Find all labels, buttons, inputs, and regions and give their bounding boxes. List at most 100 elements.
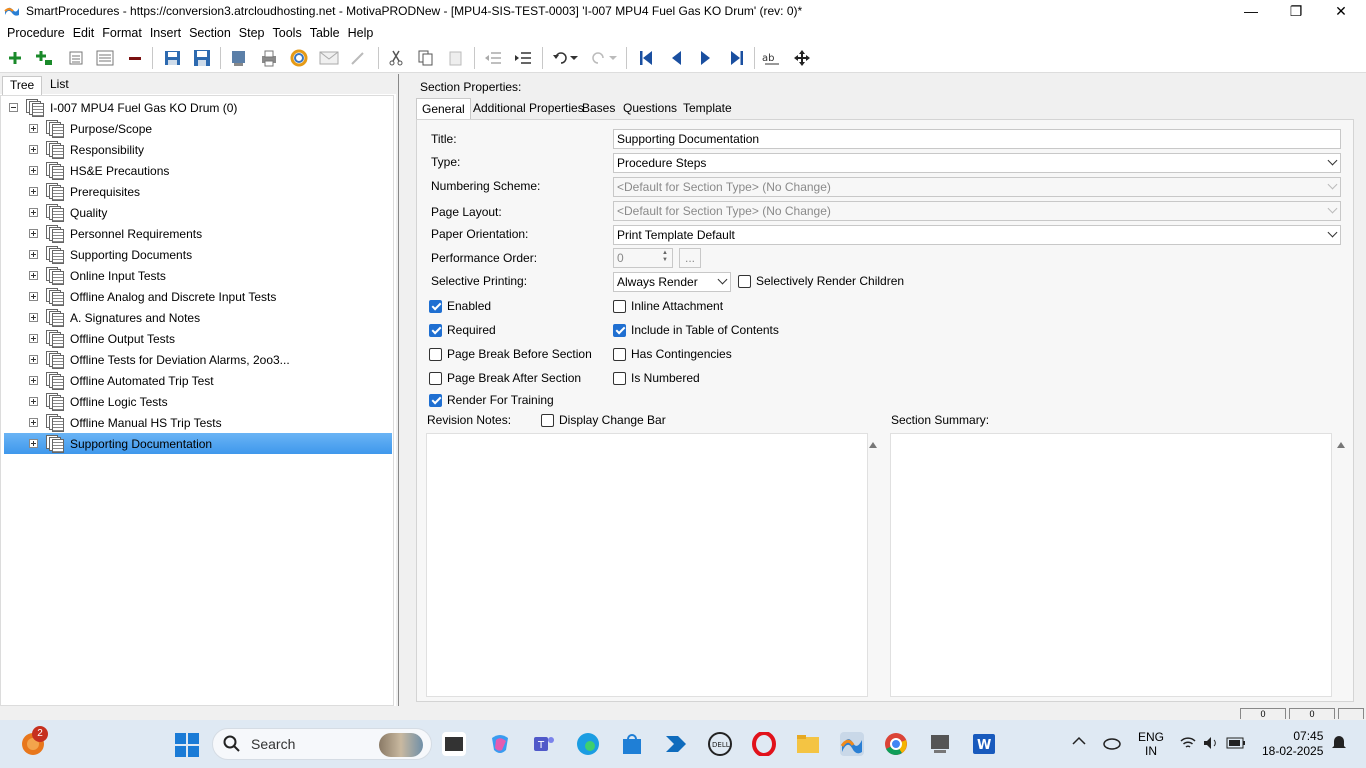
file-explorer-icon[interactable] <box>796 732 820 756</box>
maximize-button[interactable]: ❐ <box>1273 0 1319 22</box>
tree-node[interactable]: Offline Automated Trip Test <box>29 370 214 391</box>
tree-node[interactable]: Supporting Documentation <box>4 433 392 454</box>
pane-splitter[interactable] <box>398 74 408 706</box>
list-detail-icon[interactable] <box>95 48 115 68</box>
paste-icon[interactable] <box>446 48 466 68</box>
tree-node[interactable]: Responsibility <box>29 139 144 160</box>
wifi-icon[interactable] <box>1180 736 1196 753</box>
tab-questions[interactable]: Questions <box>618 98 682 119</box>
display-change-bar-checkbox[interactable]: Display Change Bar <box>541 413 666 427</box>
menu-edit[interactable]: Edit <box>73 26 95 40</box>
smartprocedures-taskbar-icon[interactable] <box>840 732 864 756</box>
expand-icon[interactable] <box>29 145 38 154</box>
is-numbered-checkbox[interactable]: Is Numbered <box>613 371 700 385</box>
type-select[interactable]: Procedure Steps <box>613 153 1341 173</box>
collapse-icon[interactable] <box>9 103 18 112</box>
expand-icon[interactable] <box>29 334 38 343</box>
expand-icon[interactable] <box>29 271 38 280</box>
copilot-icon[interactable] <box>488 732 512 756</box>
expand-icon[interactable] <box>29 355 38 364</box>
tree-node[interactable]: Quality <box>29 202 107 223</box>
refresh-icon[interactable] <box>289 48 309 68</box>
delete-icon[interactable] <box>125 48 145 68</box>
printer-icon[interactable] <box>259 48 279 68</box>
expand-icon[interactable] <box>29 313 38 322</box>
expand-icon[interactable] <box>29 397 38 406</box>
list-icon[interactable] <box>66 48 86 68</box>
spell-check-icon[interactable]: ab <box>762 48 782 68</box>
expand-icon[interactable] <box>29 418 38 427</box>
tree-node[interactable]: Offline Output Tests <box>29 328 175 349</box>
tree-root[interactable]: I-007 MPU4 Fuel Gas KO Drum (0) <box>9 97 237 118</box>
selective-printing-select[interactable]: Always Render <box>613 272 731 292</box>
page-break-before-checkbox[interactable]: Page Break Before Section <box>429 347 592 361</box>
menu-insert[interactable]: Insert <box>150 26 181 40</box>
expand-icon[interactable] <box>29 124 38 133</box>
tree-node[interactable]: Offline Tests for Deviation Alarms, 2oo3… <box>29 349 290 370</box>
tree-node[interactable]: Supporting Documents <box>29 244 192 265</box>
expand-icon[interactable] <box>29 376 38 385</box>
scroll-up-icon[interactable] <box>1337 442 1345 448</box>
scroll-up-icon[interactable] <box>869 442 877 448</box>
tab-bases[interactable]: Bases <box>577 98 620 119</box>
enabled-checkbox[interactable]: Enabled <box>429 299 491 313</box>
page-break-after-checkbox[interactable]: Page Break After Section <box>429 371 581 385</box>
copy-icon[interactable] <box>416 48 436 68</box>
expand-icon[interactable] <box>29 292 38 301</box>
widgets-icon[interactable]: 2 <box>20 726 48 756</box>
revision-notes-textarea[interactable] <box>426 433 877 697</box>
chevron-up-icon[interactable] <box>1072 735 1086 749</box>
has-contingencies-checkbox[interactable]: Has Contingencies <box>613 347 732 361</box>
tree-node[interactable]: Prerequisites <box>29 181 140 202</box>
menu-procedure[interactable]: Procedure <box>7 26 65 40</box>
print-preview-icon[interactable] <box>229 48 249 68</box>
render-for-training-checkbox[interactable]: Render For Training <box>429 393 554 407</box>
edge-icon[interactable] <box>576 732 600 756</box>
indent-icon[interactable] <box>513 48 533 68</box>
expand-icon[interactable] <box>29 229 38 238</box>
dell-icon[interactable]: DELL <box>708 732 732 756</box>
expand-icon[interactable] <box>29 166 38 175</box>
expand-icon[interactable] <box>29 208 38 217</box>
opera-icon[interactable] <box>752 731 776 757</box>
tree-node[interactable]: HS&E Precautions <box>29 160 169 181</box>
outdent-icon[interactable] <box>483 48 503 68</box>
notification-bell-icon[interactable] <box>1332 735 1346 754</box>
cut-icon[interactable] <box>386 48 406 68</box>
teams-icon[interactable]: T <box>532 732 556 756</box>
wizard-icon[interactable] <box>348 48 368 68</box>
tree-node[interactable]: Purpose/Scope <box>29 118 152 139</box>
undo-icon[interactable] <box>550 48 570 68</box>
move-icon[interactable] <box>792 48 812 68</box>
tab-tree[interactable]: Tree <box>2 76 43 95</box>
orientation-select[interactable]: Print Template Default <box>613 225 1341 245</box>
first-icon[interactable] <box>636 48 656 68</box>
tab-additional-properties[interactable]: Additional Properties <box>468 98 589 119</box>
next-icon[interactable] <box>696 48 716 68</box>
menu-help[interactable]: Help <box>348 26 374 40</box>
required-checkbox[interactable]: Required <box>429 323 496 337</box>
taskbar-search[interactable]: Search <box>212 728 432 760</box>
word-icon[interactable]: W <box>972 732 996 756</box>
clock[interactable]: 07:45 18-02-2025 <box>1262 729 1323 759</box>
add-subsection-icon[interactable] <box>34 48 54 68</box>
redo-icon[interactable] <box>589 48 609 68</box>
tree-node[interactable]: Online Input Tests <box>29 265 166 286</box>
tree-node[interactable]: A. Signatures and Notes <box>29 307 200 328</box>
menu-format[interactable]: Format <box>102 26 142 40</box>
selectively-render-children-checkbox[interactable]: Selectively Render Children <box>738 274 904 288</box>
save-version-icon[interactable] <box>163 48 183 68</box>
tree-node[interactable]: Offline Logic Tests <box>29 391 168 412</box>
cloud-sync-icon[interactable] <box>1102 735 1122 754</box>
previous-icon[interactable] <box>666 48 686 68</box>
tree-node[interactable]: Personnel Requirements <box>29 223 202 244</box>
email-icon[interactable] <box>319 48 339 68</box>
redo-dropdown-icon[interactable] <box>607 48 619 68</box>
chrome-icon[interactable] <box>884 732 908 756</box>
task-view-icon[interactable] <box>442 732 466 756</box>
volume-icon[interactable] <box>1203 736 1219 753</box>
close-button[interactable]: ✕ <box>1318 0 1364 22</box>
tab-template[interactable]: Template <box>678 98 737 119</box>
inline-attachment-checkbox[interactable]: Inline Attachment <box>613 299 723 313</box>
tab-list[interactable]: List <box>43 76 76 95</box>
